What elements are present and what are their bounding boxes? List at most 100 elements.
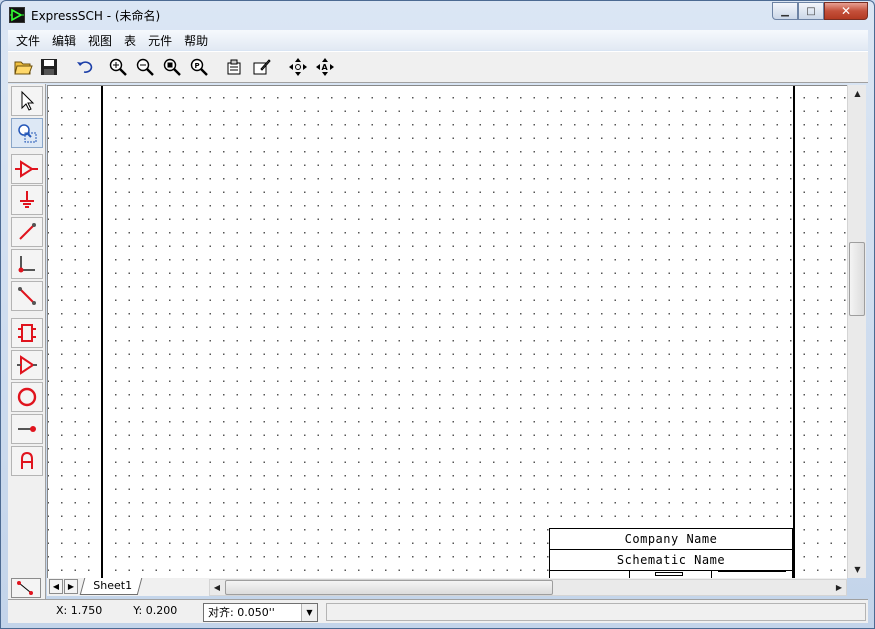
component-icon	[15, 160, 38, 178]
text-tool[interactable]	[11, 446, 43, 476]
edit-properties-button[interactable]	[249, 55, 273, 79]
menu-edit[interactable]: 编辑	[46, 32, 82, 49]
save-icon	[41, 59, 57, 75]
edit-properties-icon	[253, 59, 271, 75]
sheet-border-right	[793, 86, 795, 578]
snap-toggle-button[interactable]	[11, 578, 41, 598]
pan-icon	[289, 58, 307, 76]
scroll-up-icon[interactable]: ▲	[849, 85, 866, 102]
title-block-cell	[630, 571, 712, 578]
zoom-fit-button[interactable]	[160, 55, 184, 79]
open-button[interactable]	[11, 55, 35, 79]
close-icon: ✕	[840, 4, 852, 18]
properties-icon	[227, 59, 241, 75]
scroll-left-icon[interactable]: ◀	[210, 579, 224, 596]
snap-grid-select[interactable]: 对齐: 0.050'' ▼	[203, 603, 318, 622]
company-name: Company Name	[550, 529, 792, 550]
caption-buttons: ▁ □ ✕	[772, 2, 868, 21]
zoom-in-icon	[109, 58, 127, 76]
menu-view[interactable]: 视图	[82, 32, 118, 49]
tab-prev-icon[interactable]: ◀	[49, 579, 63, 594]
sheet-tab-bar: ◀ ▶ Sheet1 ◀ ▶	[47, 578, 847, 596]
scroll-down-icon[interactable]: ▼	[849, 561, 866, 578]
snap-icon	[17, 581, 33, 595]
toolbar: P A	[8, 51, 868, 83]
coordinate-panel: X: 1.750 Y: 0.200	[48, 603, 198, 621]
title-block-cell	[550, 571, 630, 578]
snap-grid-value: 对齐: 0.050''	[208, 606, 275, 619]
circle-icon	[17, 387, 37, 407]
tool-palette	[8, 84, 46, 600]
schematic-canvas[interactable]: Company Name Schematic Name	[47, 85, 847, 578]
horizontal-scroll-thumb[interactable]	[225, 580, 553, 595]
open-icon	[14, 61, 33, 75]
window-title: ExpressSCH - (未命名)	[31, 9, 161, 23]
corner-wire-tool[interactable]	[11, 249, 43, 279]
status-bar: X: 1.750 Y: 0.200 对齐: 0.050'' ▼	[8, 599, 868, 623]
wire-tool[interactable]	[11, 217, 43, 247]
component-tool[interactable]	[11, 154, 43, 184]
menu-bar: 文件 编辑 视图 表 元件 帮助	[8, 30, 868, 50]
zoom-area-tool[interactable]	[11, 118, 43, 148]
vertical-scrollbar[interactable]: ▲ ▼	[847, 85, 866, 578]
zoom-out-icon	[136, 58, 154, 76]
app-logo-icon	[9, 7, 25, 23]
zoom-area-icon	[18, 124, 37, 143]
zoom-out-button[interactable]	[133, 55, 157, 79]
pin-tool[interactable]	[11, 414, 43, 444]
title-block[interactable]: Company Name Schematic Name	[549, 528, 793, 578]
y-coordinate: Y: 0.200	[133, 604, 178, 617]
zoom-in-button[interactable]	[106, 55, 130, 79]
pan-auto-button[interactable]: A	[313, 55, 337, 79]
x-coordinate: X: 1.750	[56, 604, 103, 617]
ic-tool[interactable]	[11, 318, 43, 348]
chevron-down-icon[interactable]: ▼	[301, 604, 317, 621]
pin-icon	[18, 426, 36, 432]
diagonal-wire-tool[interactable]	[11, 281, 43, 311]
pointer-tool[interactable]	[11, 86, 43, 116]
pointer-icon	[21, 90, 35, 111]
diagonal-wire-icon	[18, 287, 36, 305]
corner-wire-icon	[18, 256, 35, 273]
title-block-cell	[712, 571, 792, 578]
sheet-border-left	[101, 86, 103, 578]
app-window: ExpressSCH - (未命名) ▁ □ ✕ 文件 编辑 视图 表 元件 帮…	[0, 0, 875, 629]
scroll-right-icon[interactable]: ▶	[832, 579, 846, 596]
pan-button[interactable]	[286, 55, 310, 79]
menu-table[interactable]: 表	[118, 32, 142, 49]
svg-text:A: A	[322, 63, 329, 72]
buffer-icon	[17, 355, 37, 375]
properties-button[interactable]	[222, 55, 246, 79]
text-icon	[21, 451, 33, 469]
tab-next-icon[interactable]: ▶	[64, 579, 78, 594]
ic-icon	[18, 324, 36, 342]
schematic-name: Schematic Name	[550, 550, 792, 571]
minimize-button[interactable]: ▁	[772, 2, 798, 20]
maximize-icon: □	[806, 5, 816, 17]
ground-icon	[20, 191, 34, 208]
zoom-fit-icon	[163, 58, 181, 76]
pan-auto-icon: A	[316, 58, 334, 76]
horizontal-scrollbar[interactable]: ◀ ▶	[209, 579, 847, 596]
tab-sheet1-label: Sheet1	[93, 579, 133, 592]
status-message-panel	[326, 603, 866, 621]
save-button[interactable]	[37, 55, 61, 79]
close-button[interactable]: ✕	[824, 2, 868, 20]
wire-icon	[19, 223, 36, 240]
maximize-button[interactable]: □	[798, 2, 824, 20]
zoom-page-button[interactable]: P	[187, 55, 211, 79]
tab-sheet1[interactable]: Sheet1	[79, 578, 143, 595]
undo-icon	[77, 61, 93, 73]
ground-tool[interactable]	[11, 185, 43, 215]
zoom-page-icon: P	[190, 58, 208, 76]
menu-file[interactable]: 文件	[8, 32, 46, 49]
circle-tool[interactable]	[11, 382, 43, 412]
undo-button[interactable]	[72, 55, 96, 79]
menu-help[interactable]: 帮助	[178, 32, 214, 49]
menu-component[interactable]: 元件	[142, 32, 178, 49]
svg-text:P: P	[195, 62, 200, 70]
title-bar: ExpressSCH - (未命名) ▁ □ ✕	[1, 1, 874, 29]
vertical-scroll-thumb[interactable]	[849, 242, 865, 316]
minimize-icon: ▁	[781, 5, 789, 17]
buffer-tool[interactable]	[11, 350, 43, 380]
